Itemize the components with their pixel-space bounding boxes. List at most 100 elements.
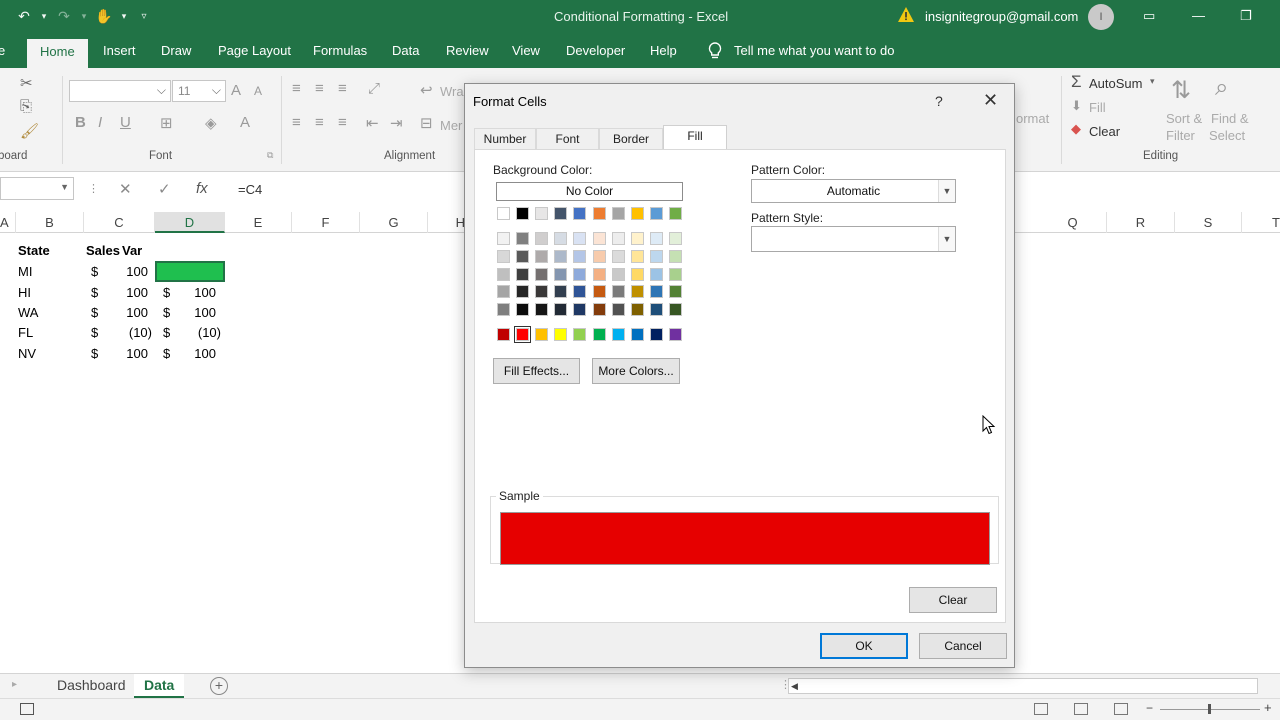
font-name-combo[interactable]: ⌵ — [69, 80, 171, 102]
dialog-launcher-icon[interactable]: ⧉ — [267, 150, 273, 161]
theme-shade-swatch[interactable] — [497, 249, 510, 263]
no-color-button[interactable]: No Color — [496, 182, 683, 201]
theme-shade-swatch[interactable] — [668, 267, 682, 281]
standard-color-swatch[interactable] — [630, 328, 644, 341]
tab-fill[interactable]: Fill — [663, 125, 727, 151]
cell-state[interactable]: WA — [18, 303, 38, 323]
theme-color-swatch[interactable] — [649, 207, 663, 220]
cell-var-currency[interactable]: $ — [163, 344, 170, 364]
sort-filter-label-2[interactable]: Filter — [1166, 128, 1195, 143]
tab-insert[interactable]: Insert — [103, 43, 136, 58]
cell-sales-currency[interactable]: $ — [91, 262, 98, 282]
tell-me-search[interactable]: Tell me what you want to do — [734, 43, 894, 58]
header-var[interactable]: Var — [122, 241, 142, 261]
cell-var-currency[interactable]: $ — [163, 283, 170, 303]
clear-label[interactable]: Clear — [1089, 124, 1120, 139]
name-box[interactable]: ▼ — [0, 177, 74, 200]
cell-sales-currency[interactable]: $ — [91, 283, 98, 303]
theme-shade-swatch[interactable] — [649, 285, 663, 299]
orientation-icon[interactable]: ⤢ — [368, 80, 380, 97]
cell-sales[interactable]: 100 — [100, 283, 148, 303]
column-header-t[interactable]: T — [1242, 212, 1280, 233]
theme-shade-swatch[interactable] — [516, 285, 530, 299]
decrease-font-icon[interactable]: A — [254, 84, 262, 98]
theme-shade-swatch[interactable] — [592, 267, 606, 281]
standard-color-swatch[interactable] — [535, 328, 549, 341]
page-break-view-icon[interactable] — [1114, 703, 1128, 715]
standard-color-swatch[interactable] — [497, 328, 510, 341]
theme-shade-swatch[interactable] — [592, 285, 606, 299]
standard-color-swatch[interactable] — [554, 328, 568, 341]
merge-center-label[interactable]: Mer — [440, 118, 462, 133]
cancel-button[interactable]: Cancel — [919, 633, 1007, 659]
theme-shade-swatch[interactable] — [668, 303, 682, 317]
cell-sales-currency[interactable]: $ — [91, 323, 98, 343]
theme-shade-swatch[interactable] — [630, 285, 644, 299]
tab-font[interactable]: Font — [536, 128, 599, 150]
font-size-combo[interactable]: 11 ⌵ — [172, 80, 226, 102]
theme-shade-swatch[interactable] — [535, 285, 549, 299]
column-header-c[interactable]: C — [84, 212, 155, 233]
middle-align-icon[interactable]: ≡ — [315, 80, 324, 97]
cell-var-currency[interactable]: $ — [163, 323, 170, 343]
theme-shade-swatch[interactable] — [630, 267, 644, 281]
theme-shade-swatch[interactable] — [668, 249, 682, 263]
fill-label[interactable]: Fill — [1089, 100, 1106, 115]
touch-mode-icon[interactable]: ✋ — [94, 8, 114, 25]
sheet-tab-data[interactable]: Data — [134, 674, 185, 698]
column-header-g[interactable]: G — [360, 212, 428, 233]
theme-shade-swatch[interactable] — [649, 267, 663, 281]
tab-formulas[interactable]: Formulas — [313, 43, 367, 58]
scroll-left-icon[interactable]: ◀ — [791, 675, 798, 699]
close-icon[interactable]: ✕ — [983, 90, 998, 111]
tab-home[interactable]: Home — [27, 39, 88, 68]
theme-shade-swatch[interactable] — [611, 303, 625, 317]
cut-icon[interactable]: ✂ — [20, 74, 33, 92]
theme-shade-swatch[interactable] — [554, 285, 568, 299]
column-header-b[interactable]: B — [16, 212, 84, 233]
decrease-indent-icon[interactable]: ⇤ — [366, 114, 379, 132]
sort-filter-icon[interactable]: ⇅ — [1171, 76, 1191, 105]
cell-state[interactable]: HI — [18, 283, 31, 303]
theme-shade-swatch[interactable] — [497, 232, 510, 245]
sort-filter-label[interactable]: Sort & — [1166, 111, 1202, 126]
theme-shade-swatch[interactable] — [554, 303, 568, 317]
theme-shade-swatch[interactable] — [497, 267, 510, 281]
increase-font-icon[interactable]: A — [231, 82, 241, 99]
column-header-q[interactable]: Q — [1039, 212, 1107, 233]
help-button[interactable]: ? — [935, 93, 943, 109]
tab-developer[interactable]: Developer — [566, 43, 625, 58]
standard-color-swatch[interactable] — [649, 328, 663, 341]
standard-color-swatch[interactable] — [668, 328, 682, 341]
column-header-s[interactable]: S — [1175, 212, 1242, 233]
format-painter-icon[interactable]: 🖌 — [20, 122, 39, 140]
standard-color-swatch[interactable] — [514, 326, 532, 343]
tab-help[interactable]: Help — [650, 43, 677, 58]
column-header-e[interactable]: E — [225, 212, 292, 233]
theme-shade-swatch[interactable] — [573, 249, 587, 263]
theme-shade-swatch[interactable] — [573, 232, 587, 245]
standard-color-swatch[interactable] — [611, 328, 625, 341]
theme-color-swatch[interactable] — [554, 207, 568, 220]
theme-shade-swatch[interactable] — [516, 303, 530, 317]
align-center-icon[interactable]: ≡ — [315, 114, 324, 131]
more-colors-button[interactable]: More Colors... — [592, 358, 680, 384]
account-email[interactable]: insignitegroup@gmail.com — [925, 9, 1078, 24]
touch-mode-dropdown-icon[interactable]: ▾ — [120, 11, 128, 22]
top-align-icon[interactable]: ≡ — [292, 80, 301, 97]
italic-button[interactable]: I — [98, 114, 102, 131]
theme-shade-swatch[interactable] — [516, 249, 530, 263]
align-left-icon[interactable]: ≡ — [292, 114, 301, 131]
theme-color-swatch[interactable] — [516, 207, 530, 220]
theme-shade-swatch[interactable] — [611, 285, 625, 299]
header-sales[interactable]: Sales — [86, 241, 120, 261]
theme-shade-swatch[interactable] — [649, 249, 663, 263]
cell-var[interactable]: 100 — [172, 283, 216, 303]
column-header-a[interactable]: A — [0, 212, 16, 233]
theme-shade-swatch[interactable] — [611, 232, 625, 245]
bold-button[interactable]: B — [75, 114, 86, 131]
theme-shade-swatch[interactable] — [554, 267, 568, 281]
theme-shade-swatch[interactable] — [516, 232, 530, 245]
autosum-label[interactable]: AutoSum — [1089, 76, 1142, 91]
cell-sales-currency[interactable]: $ — [91, 344, 98, 364]
